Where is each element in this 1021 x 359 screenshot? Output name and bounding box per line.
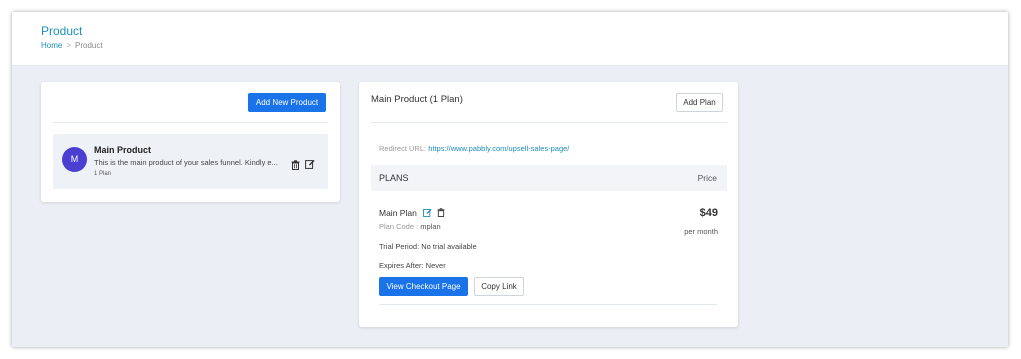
plans-table-header: PLANS Price (371, 165, 727, 191)
plan-name-row: Main Plan (379, 208, 445, 219)
plan-code-label: Plan Code : (379, 222, 419, 231)
products-card: Add New Product M Main Product This is t… (41, 82, 340, 202)
plans-column-header: PLANS (379, 173, 409, 183)
product-list-item[interactable]: M Main Product This is the main product … (53, 134, 328, 189)
plan-billing-period: per month (684, 227, 718, 236)
product-detail-card: Main Product (1 Plan) Add Plan Redirect … (359, 82, 738, 327)
page-title: Product (41, 24, 83, 38)
product-detail-title: Main Product (1 Plan) (371, 94, 463, 105)
trial-period: Trial Period: No trial available (379, 242, 477, 251)
expires-after: Expires After: Never (379, 261, 446, 270)
product-name: Main Product (94, 145, 152, 155)
price-column-header: Price (697, 173, 717, 183)
trash-icon[interactable] (437, 208, 445, 219)
edit-icon[interactable] (305, 156, 315, 174)
redirect-url-link[interactable]: https://www.pabbly.com/upsell-sales-page… (428, 144, 569, 153)
avatar: M (62, 147, 87, 172)
card-divider (53, 122, 328, 123)
plan-divider (379, 304, 717, 305)
product-plan-count: 1 Plan (94, 171, 112, 177)
redirect-url-label: Redirect URL: (379, 144, 427, 153)
edit-icon[interactable] (423, 208, 432, 219)
copy-link-button[interactable]: Copy Link (474, 277, 524, 296)
view-checkout-page-button[interactable]: View Checkout Page (379, 277, 468, 296)
redirect-url-row: Redirect URL: https://www.pabbly.com/ups… (379, 144, 569, 153)
trash-icon[interactable] (291, 157, 300, 175)
plan-code-value: mplan (420, 222, 441, 231)
plan-price: $49 (699, 207, 718, 219)
breadcrumb-home[interactable]: Home (41, 41, 62, 50)
add-plan-button[interactable]: Add Plan (676, 93, 723, 112)
breadcrumb-current: Product (75, 41, 103, 50)
add-new-product-button[interactable]: Add New Product (248, 93, 326, 112)
page-header: Product Home > Product (12, 12, 1008, 66)
breadcrumb-separator: > (66, 41, 72, 50)
plan-name: Main Plan (379, 208, 417, 218)
app-frame: Product Home > Product Add New Product M… (12, 12, 1008, 347)
breadcrumb: Home > Product (41, 41, 103, 50)
plan-code: Plan Code : mplan (379, 222, 441, 231)
product-description: This is the main product of your sales f… (94, 158, 278, 167)
card-divider (371, 122, 727, 123)
